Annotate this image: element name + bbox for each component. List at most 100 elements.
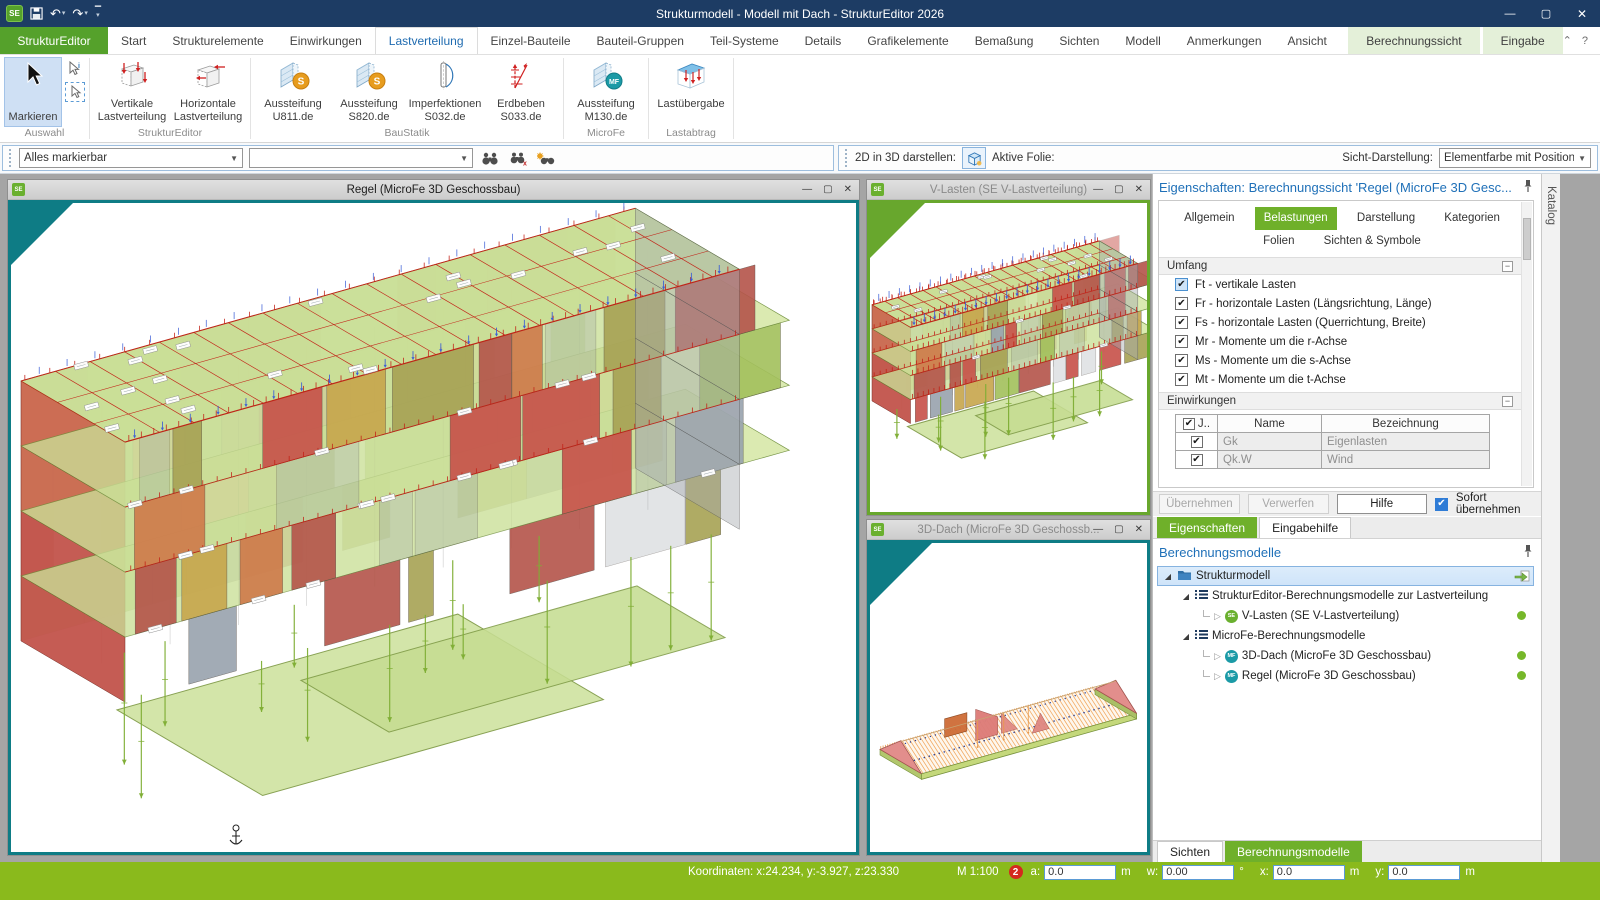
tab-belastungen[interactable]: Belastungen [1255, 207, 1337, 230]
checkbox-row[interactable]: ✔Fr - horizontale Lasten (Längsrichtung,… [1159, 294, 1533, 313]
customize-toolbar-icon[interactable]: ▔▾ [95, 9, 101, 18]
checkbox-checked[interactable]: ✔ [1175, 278, 1188, 291]
erdbeben-s033-button[interactable]: Erdbeben S033.de [483, 57, 559, 123]
close-button[interactable]: ✕ [1564, 0, 1600, 27]
tab-sichten-symbole[interactable]: Sichten & Symbole [1315, 230, 1430, 253]
verwerfen-button[interactable]: Verwerfen [1248, 494, 1329, 514]
tree-item-se-modelle[interactable]: ◢ StrukturEditor-Berechnungsmodelle zur … [1157, 586, 1534, 606]
tab-berechnungsmodelle-bottom[interactable]: Berechnungsmodelle [1225, 841, 1362, 862]
link-arrow-icon[interactable]: ▷ [1214, 651, 1221, 662]
tab-eigenschaften[interactable]: Eigenschaften [1157, 517, 1257, 538]
tab-allgemein[interactable]: Allgemein [1175, 207, 1244, 230]
checkbox-checked[interactable]: ✔ [1175, 354, 1188, 367]
undo-dropdown-icon[interactable]: ▾ [62, 10, 66, 17]
window-regel-titlebar[interactable]: SE Regel (MicroFe 3D Geschossbau) —▢✕ [8, 180, 859, 200]
table-row[interactable]: ✔ Gk Eigenlasten [1176, 433, 1490, 451]
maximize-button[interactable]: ▢ [1114, 184, 1123, 195]
scale-readout[interactable]: M 1:100 [957, 866, 999, 878]
tree-item-strukturmodell[interactable]: ◢ Strukturmodell [1157, 566, 1534, 586]
tree-item-vlasten[interactable]: ▷ SE V-Lasten (SE V-Lastverteilung) [1157, 606, 1534, 626]
tab-sichten[interactable]: Sichten [1046, 27, 1112, 54]
window-dach-titlebar[interactable]: SE 3D-Dach (MicroFe 3D Geschossb... —▢✕ [867, 520, 1150, 540]
aussteifung-u811-button[interactable]: S Aussteifung U811.de [255, 57, 331, 123]
close-button[interactable]: ✕ [1135, 524, 1143, 535]
checkbox-checked[interactable]: ✔ [1191, 454, 1203, 466]
tab-folien[interactable]: Folien [1254, 230, 1303, 253]
notification-badge[interactable]: 2 [1009, 865, 1023, 879]
katalog-tab[interactable]: Katalog [1545, 186, 1557, 225]
minimize-button[interactable]: — [1093, 524, 1103, 535]
tab-details[interactable]: Details [792, 27, 855, 54]
redo-dropdown-icon[interactable]: ▾ [84, 10, 88, 17]
horizontale-lastverteilung-button[interactable]: Horizontale Lastverteilung [170, 57, 246, 123]
lastuebergabe-button[interactable]: Lastübergabe [653, 57, 729, 111]
table-row[interactable]: ✔ Qk.W Wind [1176, 451, 1490, 469]
checkbox-checked[interactable]: ✔ [1175, 335, 1188, 348]
tab-kategorien[interactable]: Kategorien [1435, 207, 1509, 230]
redo-button[interactable]: ↷▾ [72, 7, 87, 20]
tab-anmerkungen[interactable]: Anmerkungen [1174, 27, 1275, 54]
toolbar-grip[interactable] [9, 149, 13, 167]
uebernehmen-button[interactable]: Übernehmen [1159, 494, 1240, 514]
tab-teil-systeme[interactable]: Teil-Systeme [697, 27, 792, 54]
tab-start[interactable]: Start [108, 27, 159, 54]
tree-item-regel[interactable]: ▷ MF Regel (MicroFe 3D Geschossbau) [1157, 666, 1534, 686]
aussteifung-m130-button[interactable]: MF Aussteifung M130.de [568, 57, 644, 123]
search-new-button[interactable] [535, 147, 557, 169]
toolbar-grip[interactable] [845, 149, 849, 167]
tree-item-dach[interactable]: ▷ MF 3D-Dach (MicroFe 3D Geschossbau) [1157, 646, 1534, 666]
field-a-input[interactable] [1044, 865, 1116, 880]
model-3d-view-dach[interactable] [870, 543, 1147, 851]
checkbox-row[interactable]: ✔Ms - Momente um die s-Achse [1159, 351, 1533, 370]
checkbox-checked[interactable]: ✔ [1175, 316, 1188, 329]
expand-icon[interactable]: ◢ [1163, 572, 1173, 581]
save-icon[interactable] [30, 7, 43, 20]
collapse-ribbon-icon[interactable]: ⌃ [1563, 34, 1572, 47]
select-rectangle-button[interactable] [65, 82, 85, 102]
model-3d-view-regel[interactable] [11, 203, 856, 851]
tab-berechnungssicht[interactable]: Berechnungssicht [1348, 27, 1479, 54]
tab-bemassung[interactable]: Bemaßung [962, 27, 1047, 54]
select-info-button[interactable]: i [65, 59, 85, 79]
tab-einzel-bauteile[interactable]: Einzel-Bauteile [478, 27, 584, 54]
vertikale-lastverteilung-button[interactable]: Vertikale Lastverteilung [94, 57, 170, 123]
checkbox-row[interactable]: ✔Mt - Momente um die t-Achse [1159, 370, 1533, 389]
sofort-uebernehmen-checkbox[interactable]: ✔ [1435, 498, 1448, 511]
markierbar-filter-select[interactable]: Alles markierbar▼ [19, 148, 243, 168]
tab-modell[interactable]: Modell [1112, 27, 1173, 54]
collapse-icon[interactable]: − [1502, 261, 1513, 272]
aussteifung-s820-button[interactable]: S Aussteifung S820.de [331, 57, 407, 123]
checkbox-checked[interactable]: ✔ [1175, 297, 1188, 310]
model-3d-view-vlasten[interactable] [870, 203, 1147, 511]
link-arrow-icon[interactable]: ▷ [1214, 611, 1221, 622]
imperfektionen-s032-button[interactable]: Imperfektionen S032.de [407, 57, 483, 123]
checkbox-checked[interactable]: ✔ [1191, 436, 1203, 448]
minimize-button[interactable]: — [802, 184, 812, 195]
expand-icon[interactable]: ◢ [1181, 632, 1191, 641]
minimize-button[interactable]: — [1093, 184, 1103, 195]
tab-eingabe[interactable]: Eingabe [1483, 27, 1563, 54]
collapse-icon[interactable]: − [1502, 396, 1513, 407]
checkbox-checked[interactable]: ✔ [1175, 373, 1188, 386]
file-tab[interactable]: StrukturEditor [0, 27, 108, 54]
minimize-button[interactable]: — [1492, 0, 1528, 27]
field-y-input[interactable] [1388, 865, 1460, 880]
close-button[interactable]: ✕ [844, 184, 852, 195]
tab-lastverteilung[interactable]: Lastverteilung [375, 27, 478, 54]
tab-darstellung[interactable]: Darstellung [1348, 207, 1424, 230]
sicht-darstellung-select[interactable]: Elementfarbe mit Positionsr▼ [1439, 148, 1591, 168]
markieren-button[interactable]: Markieren [4, 57, 62, 127]
field-x-input[interactable] [1273, 865, 1345, 880]
search-remove-button[interactable]: x [507, 147, 529, 169]
tree-item-microfe-modelle[interactable]: ◢ MicroFe-Berechnungsmodelle [1157, 626, 1534, 646]
tab-sichten-bottom[interactable]: Sichten [1157, 841, 1223, 862]
window-vlasten-titlebar[interactable]: SE V-Lasten (SE V-Lastverteilung) —▢✕ [867, 180, 1150, 200]
pin-icon[interactable] [1523, 179, 1533, 196]
checkbox-checked[interactable]: ✔ [1183, 418, 1195, 430]
tab-ansicht[interactable]: Ansicht [1275, 27, 1340, 54]
tab-bauteil-gruppen[interactable]: Bauteil-Gruppen [584, 27, 697, 54]
pin-icon[interactable] [1523, 544, 1533, 561]
search-binoculars-button[interactable] [479, 147, 501, 169]
checkbox-row[interactable]: ✔Ft - vertikale Lasten [1159, 275, 1533, 294]
tab-eingabehilfe[interactable]: Eingabehilfe [1259, 517, 1351, 538]
